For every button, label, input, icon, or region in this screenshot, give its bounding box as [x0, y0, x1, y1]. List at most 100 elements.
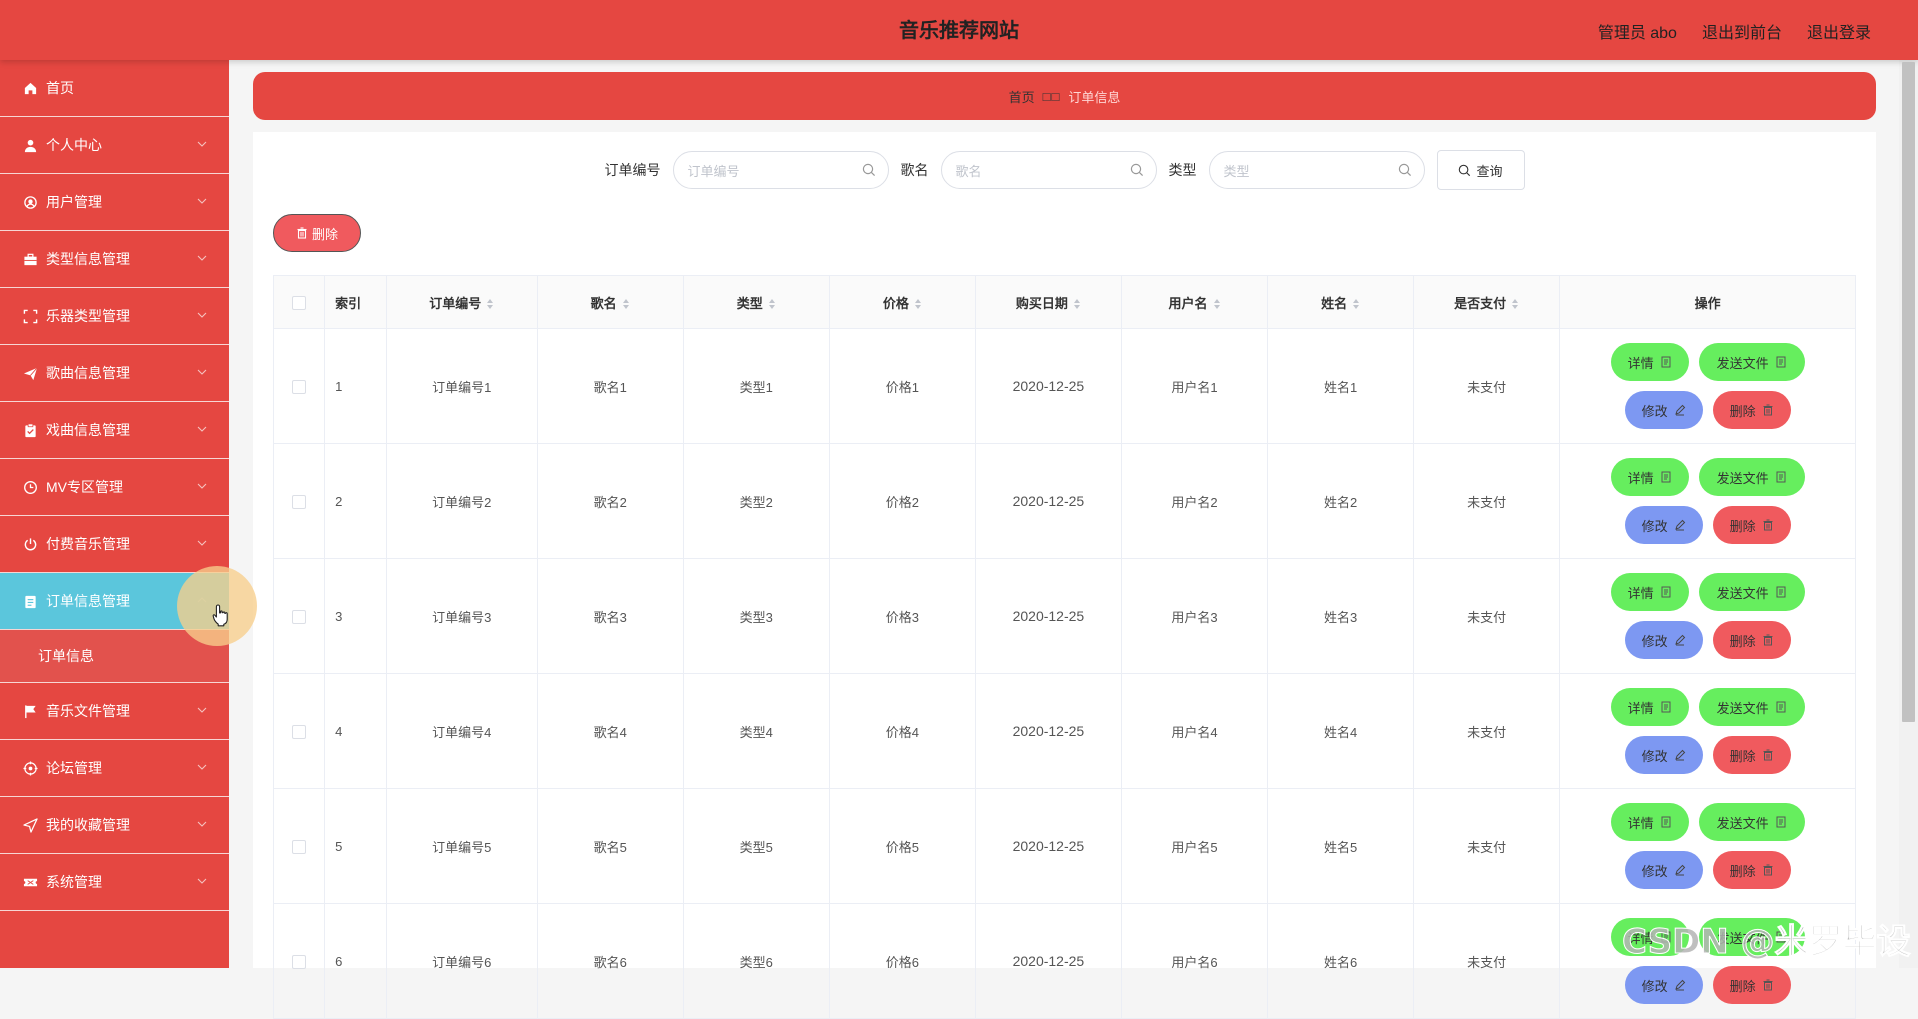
- select-all-cell[interactable]: [273, 275, 326, 329]
- type-field[interactable]: [1208, 151, 1425, 190]
- sidebar-item[interactable]: 个人中心: [0, 117, 229, 174]
- send-file-button[interactable]: 发送文件: [1698, 688, 1805, 726]
- flag-icon: [22, 703, 38, 719]
- sort-icon[interactable]: [486, 298, 494, 310]
- sort-icon[interactable]: [768, 298, 776, 310]
- song-field[interactable]: [940, 151, 1157, 190]
- send-file-button[interactable]: 发送文件: [1698, 343, 1805, 381]
- column-header[interactable]: 价格: [829, 275, 976, 329]
- row-checkbox[interactable]: [292, 609, 307, 624]
- row-checkbox[interactable]: [292, 954, 307, 969]
- column-header[interactable]: 用户名: [1121, 275, 1269, 329]
- row-select-cell[interactable]: [273, 443, 326, 559]
- detail-button[interactable]: 详情: [1610, 803, 1689, 841]
- table-cell: 用户名4: [1121, 673, 1269, 789]
- navigation-icon: [22, 817, 38, 833]
- sort-icon[interactable]: [1073, 298, 1081, 310]
- sidebar-item[interactable]: 系统管理: [0, 854, 229, 911]
- table-cell: 姓名1: [1267, 328, 1415, 444]
- column-header[interactable]: 订单编号: [386, 275, 538, 329]
- song-input[interactable]: [941, 152, 1128, 190]
- sidebar-item-label: 用户管理: [46, 194, 102, 210]
- detail-button[interactable]: 详情: [1610, 688, 1689, 726]
- delete-button-label: 删除: [1729, 978, 1756, 994]
- breadcrumb-home[interactable]: 首页: [1009, 87, 1035, 106]
- delete-button[interactable]: 删除: [1712, 966, 1791, 1004]
- sidebar-item[interactable]: 用户管理: [0, 174, 229, 231]
- sort-icon[interactable]: [914, 298, 922, 310]
- target-icon: [22, 760, 38, 776]
- row-select-cell[interactable]: [273, 903, 326, 1019]
- table-cell: 2020-12-25: [975, 673, 1122, 789]
- order-icon: [22, 593, 38, 609]
- document-icon: [1661, 816, 1671, 828]
- edit-button[interactable]: 修改: [1624, 506, 1703, 544]
- batch-delete-button[interactable]: 删除: [273, 214, 361, 252]
- sidebar-item[interactable]: 戏曲信息管理: [0, 402, 229, 459]
- delete-button[interactable]: 删除: [1712, 736, 1791, 774]
- edit-button[interactable]: 修改: [1624, 736, 1703, 774]
- table-cell: 价格1: [829, 328, 976, 444]
- table-cell: 未支付: [1413, 328, 1561, 444]
- edit-button[interactable]: 修改: [1624, 851, 1703, 889]
- select-all-checkbox[interactable]: [292, 295, 307, 310]
- row-select-cell[interactable]: [273, 328, 326, 444]
- row-select-cell[interactable]: [273, 788, 326, 904]
- scrollbar-thumb[interactable]: [1902, 62, 1915, 722]
- detail-button[interactable]: 详情: [1610, 573, 1689, 611]
- sort-icon[interactable]: [1352, 298, 1360, 310]
- document-icon: [1661, 356, 1671, 368]
- send-file-button[interactable]: 发送文件: [1698, 458, 1805, 496]
- sidebar-item[interactable]: MV专区管理: [0, 459, 229, 516]
- column-header[interactable]: 类型: [683, 275, 830, 329]
- row-select-cell[interactable]: [273, 673, 326, 789]
- delete-button[interactable]: 删除: [1712, 621, 1791, 659]
- sidebar-item-label: 乐器类型管理: [46, 308, 130, 324]
- sidebar-item[interactable]: 论坛管理: [0, 740, 229, 797]
- detail-button[interactable]: 详情: [1610, 458, 1689, 496]
- sidebar-item[interactable]: 歌曲信息管理: [0, 345, 229, 402]
- front-link[interactable]: 退出到前台: [1702, 19, 1782, 43]
- row-select-cell[interactable]: [273, 558, 326, 674]
- sidebar-item[interactable]: 音乐文件管理: [0, 683, 229, 740]
- column-header[interactable]: 是否支付: [1413, 275, 1561, 329]
- document-icon: [1661, 701, 1671, 713]
- row-checkbox[interactable]: [292, 494, 307, 509]
- chevron-down-icon: [197, 255, 207, 261]
- column-header[interactable]: 歌名: [537, 275, 684, 329]
- edit-button[interactable]: 修改: [1624, 621, 1703, 659]
- delete-button[interactable]: 删除: [1712, 391, 1791, 429]
- order-no-input[interactable]: [673, 152, 860, 190]
- table-cell: 价格4: [829, 673, 976, 789]
- row-checkbox[interactable]: [292, 379, 307, 394]
- column-header[interactable]: 购买日期: [975, 275, 1122, 329]
- table-row: 6 订单编号6 歌名6 类型6 价格6 2020-12-25 用户名6 姓名6 未支付 详情 发送文…: [273, 903, 1856, 1019]
- send-file-button[interactable]: 发送文件: [1698, 803, 1805, 841]
- table-cell: 类型1: [683, 328, 830, 444]
- detail-button[interactable]: 详情: [1610, 343, 1689, 381]
- sidebar-item[interactable]: 乐器类型管理: [0, 288, 229, 345]
- column-header[interactable]: 姓名: [1267, 275, 1415, 329]
- sort-icon[interactable]: [1511, 298, 1519, 310]
- edit-button-label: 修改: [1641, 403, 1668, 419]
- delete-button[interactable]: 删除: [1712, 851, 1791, 889]
- row-checkbox[interactable]: [292, 839, 307, 854]
- edit-icon: [1674, 404, 1685, 416]
- edit-button[interactable]: 修改: [1624, 391, 1703, 429]
- sidebar-item[interactable]: 类型信息管理: [0, 231, 229, 288]
- sidebar-item[interactable]: 付费音乐管理: [0, 516, 229, 573]
- admin-label: 管理员 abo: [1597, 25, 1677, 42]
- query-button[interactable]: 查询: [1436, 150, 1525, 190]
- logout-link[interactable]: 退出登录: [1807, 19, 1871, 43]
- clock-icon: [22, 479, 38, 495]
- edit-button[interactable]: 修改: [1624, 966, 1703, 1004]
- send-file-button[interactable]: 发送文件: [1698, 573, 1805, 611]
- type-input[interactable]: [1209, 152, 1396, 190]
- sidebar-item[interactable]: 我的收藏管理: [0, 797, 229, 854]
- sort-icon[interactable]: [1213, 298, 1221, 310]
- order-no-field[interactable]: [672, 151, 889, 190]
- row-checkbox[interactable]: [292, 724, 307, 739]
- sort-icon[interactable]: [622, 298, 630, 310]
- delete-button[interactable]: 删除: [1712, 506, 1791, 544]
- sidebar-item[interactable]: 首页: [0, 60, 229, 117]
